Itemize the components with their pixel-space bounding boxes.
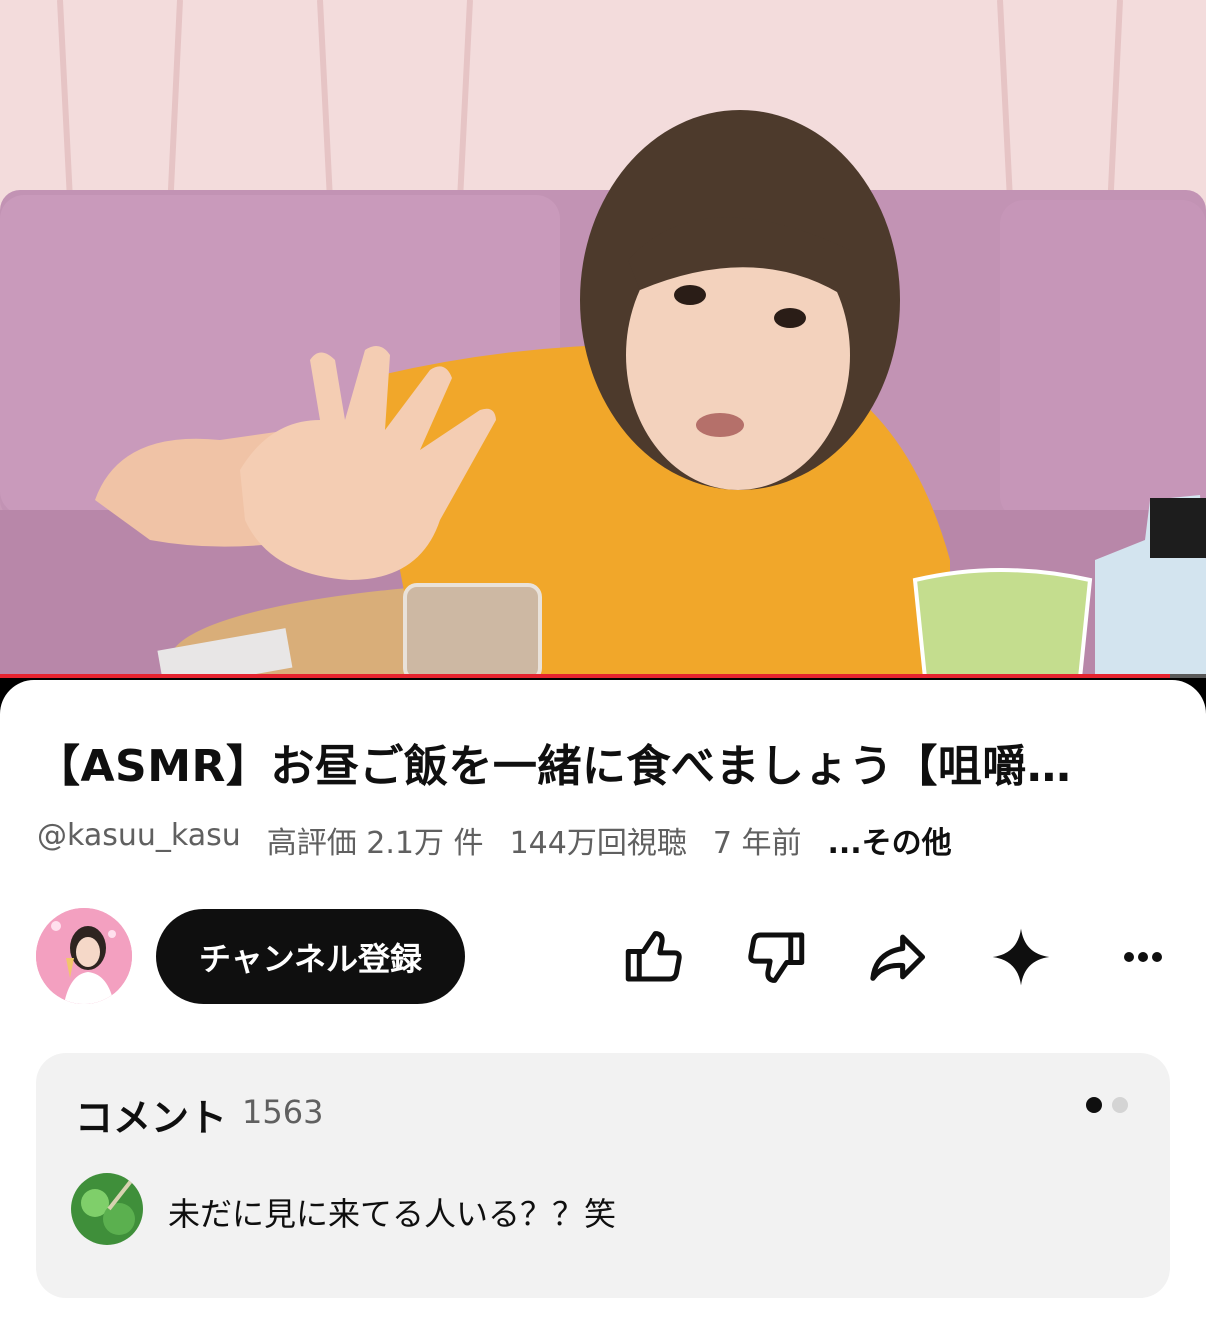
channel-avatar[interactable] <box>36 908 132 1004</box>
subscribe-button[interactable]: チャンネル登録 <box>156 909 465 1004</box>
like-icon <box>625 931 682 982</box>
comments-count: 1563 <box>242 1093 324 1131</box>
video-info-sheet: 【ASMR】お昼ご飯を一緒に食べましょう【咀嚼… @kasuu_kasu 高評価… <box>0 680 1206 1337</box>
video-player[interactable] <box>0 0 1206 678</box>
progress-fill <box>0 674 1170 678</box>
app-root: 【ASMR】お昼ご飯を一緒に食べましょう【咀嚼… @kasuu_kasu 高評価… <box>0 0 1206 1337</box>
video-frame <box>0 0 1206 678</box>
dislike-icon <box>748 932 805 983</box>
carousel-dot-active <box>1086 1097 1102 1113</box>
action-row: チャンネル登録 <box>0 908 1206 1008</box>
channel-handle[interactable]: @kasuu_kasu <box>37 818 241 862</box>
carousel-indicator <box>1086 1097 1128 1113</box>
like-button[interactable] <box>618 922 688 992</box>
progress-bar[interactable] <box>0 674 1206 678</box>
upload-age: 7 年前 <box>712 826 802 861</box>
video-title[interactable]: 【ASMR】お昼ご飯を一緒に食べましょう【咀嚼… <box>36 730 1166 794</box>
more-actions-button[interactable] <box>1108 922 1178 992</box>
like-count-text: 高評価 2.1万 件 <box>266 826 484 861</box>
comments-label: コメント <box>75 1096 228 1140</box>
more-info-link[interactable]: ...その他 <box>827 818 951 862</box>
commenter-avatar[interactable] <box>71 1173 143 1245</box>
more-icon <box>1124 952 1162 962</box>
top-comment-text: 未だに見に来てる人いる？？笑 <box>168 1195 617 1233</box>
share-button[interactable] <box>862 922 932 992</box>
dislike-button[interactable] <box>742 922 812 992</box>
comments-panel[interactable]: コメント 1563 未だに見に来てる人いる？？笑 <box>36 1053 1170 1298</box>
view-count: 144万回視聴 <box>509 826 687 861</box>
video-meta[interactable]: @kasuu_kasu 高評価 2.1万 件 144万回視聴 7 年前 ...そ… <box>37 818 1177 862</box>
carousel-dot <box>1112 1097 1128 1113</box>
ask-ai-button[interactable] <box>986 922 1056 992</box>
ask-ai-sparkle-icon <box>992 928 1050 986</box>
share-icon <box>870 934 926 981</box>
